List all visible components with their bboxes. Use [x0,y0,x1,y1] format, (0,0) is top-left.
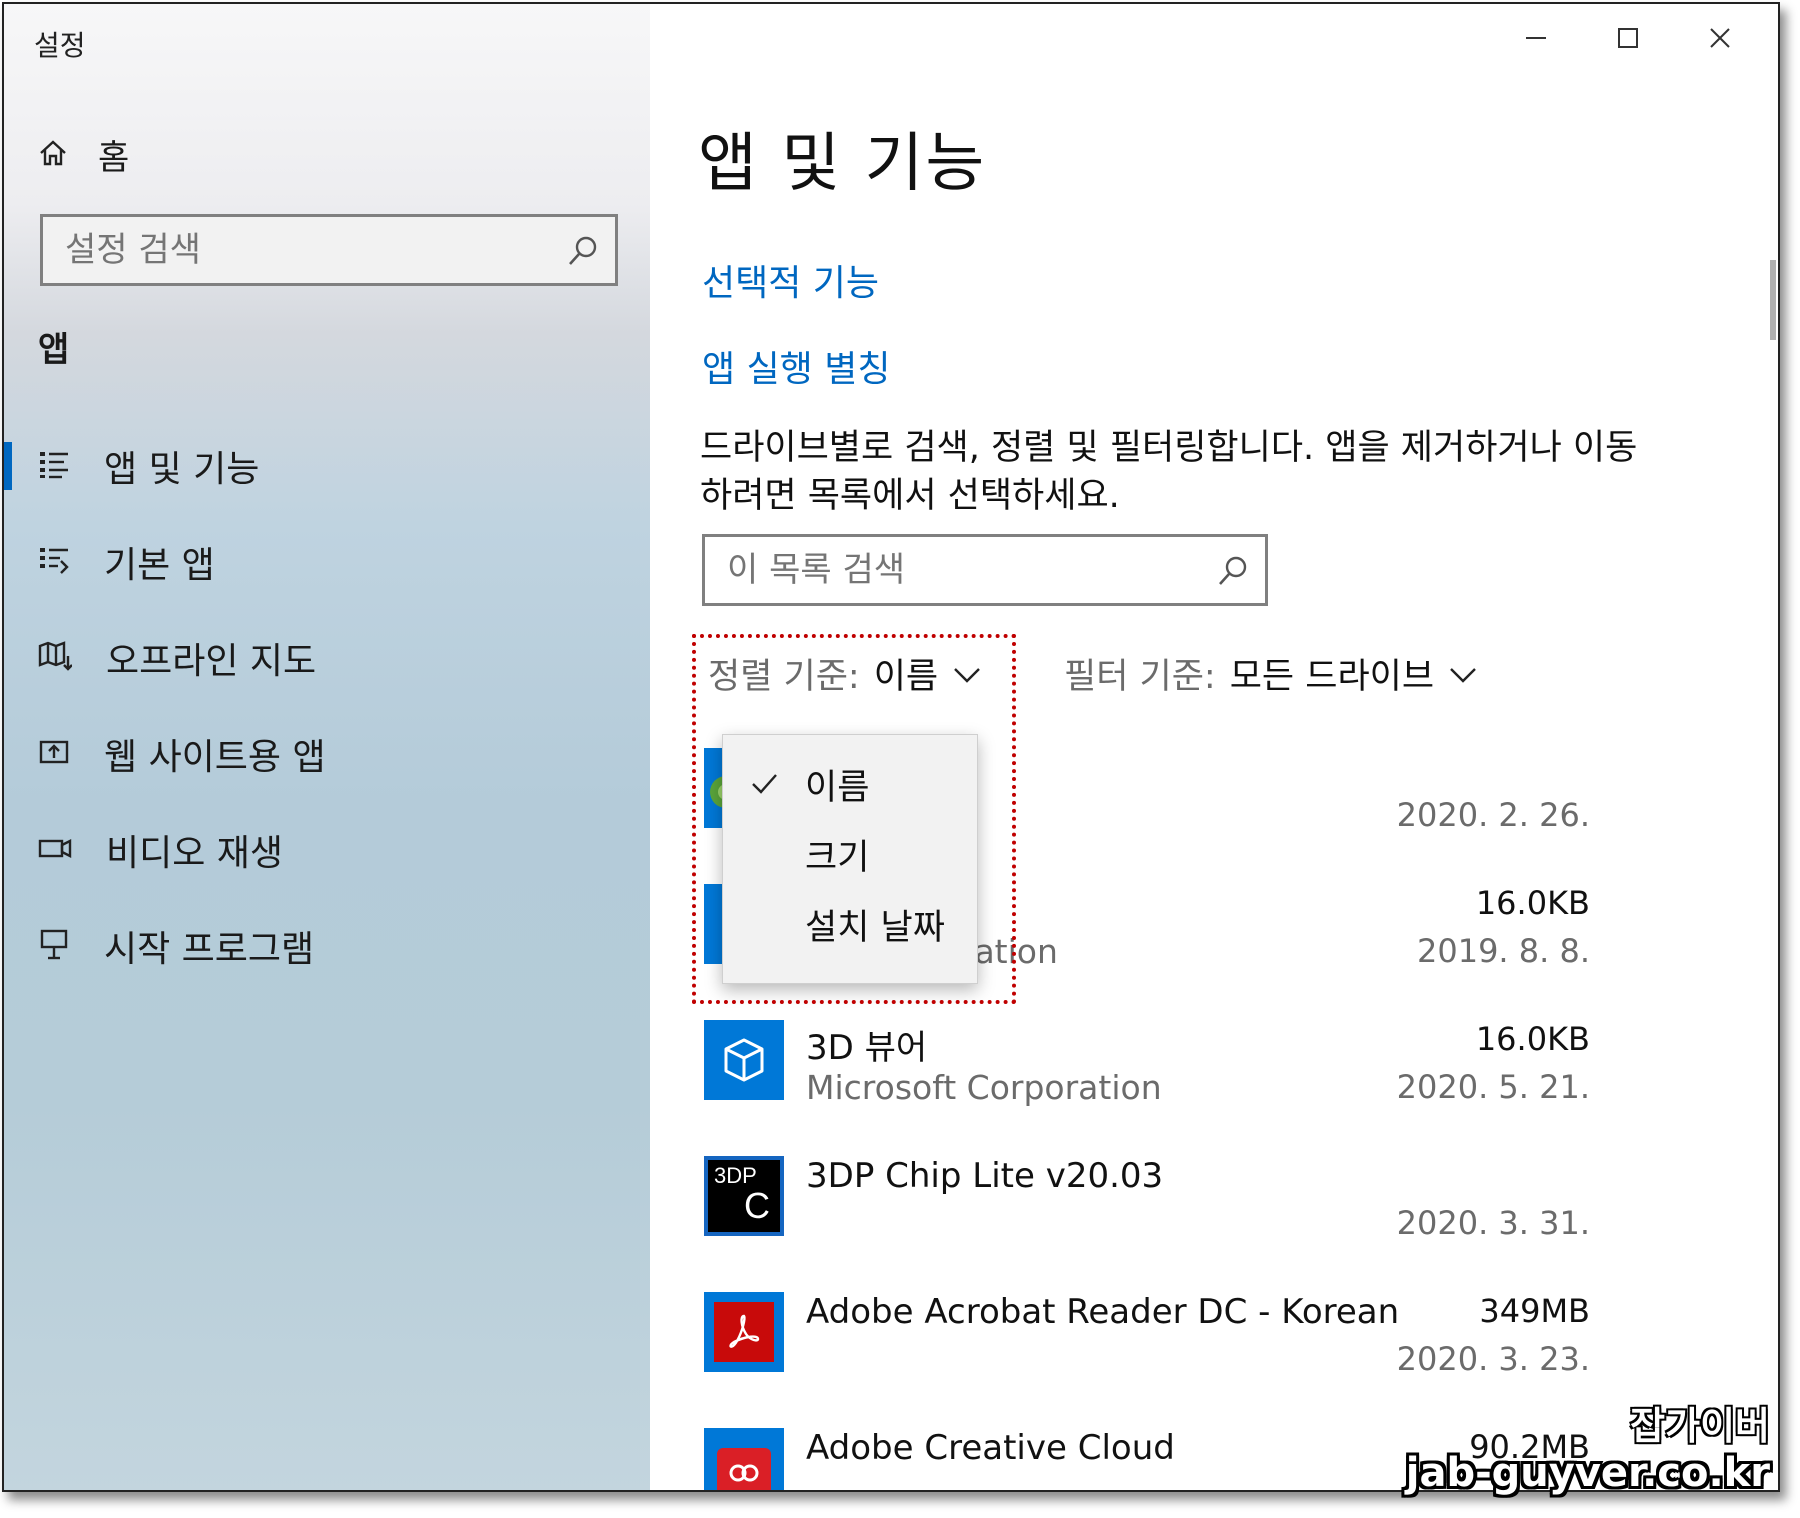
app-list-search-input[interactable] [727,550,1207,590]
app-date: 2019. 8. 8. [1416,932,1590,970]
app-name: Adobe Acrobat Reader DC - Korean [806,1292,1400,1332]
sort-value: 이름 [873,657,939,697]
3d-viewer-cube-icon [704,1020,784,1100]
watermark-line2: jab-guyver.co.kr [1405,1450,1770,1496]
home-icon [38,138,68,172]
app-list-item[interactable]: Adobe Acrobat Reader DC - Korean 349MB 2… [704,1292,1590,1392]
sidebar-item-offline-maps[interactable]: 오프라인 지도 [4,610,650,706]
settings-search-input[interactable] [65,230,545,270]
sort-label: 정렬 기준: [708,657,860,697]
sidebar-item-label: 기본 앱 [104,545,215,586]
filter-label: 필터 기준: [1064,657,1216,697]
sidebar-item-startup[interactable]: 시작 프로그램 [4,898,650,994]
video-playback-icon [38,832,72,868]
app-list-search-box[interactable] [702,534,1268,606]
app-size: 349MB [1479,1292,1590,1330]
app-name: 3D 뷰어 [806,1028,928,1068]
app-list-item[interactable]: 3DP C 3DP Chip Lite v20.03 2020. 3. 31. [704,1156,1590,1256]
app-aliases-link[interactable]: 앱 실행 별칭 [702,340,891,392]
app-size: 16.0KB [1475,1020,1590,1058]
sort-option-install-date[interactable]: 설치 날짜 [723,889,977,959]
main-content: 앱 및 기능 선택적 기능 앱 실행 별칭 드라이브별로 검색, 정렬 및 필터… [650,4,1778,1490]
minimize-icon [1524,26,1548,54]
description-text: 드라이브별로 검색, 정렬 및 필터링합니다. 앱을 제거하거나 이동하려면 목… [700,428,1638,516]
startup-icon [38,928,70,964]
watermark-line1: 잡가이버 [1629,1403,1771,1449]
optional-features-link[interactable]: 선택적 기능 [702,254,879,306]
sidebar-nav: 앱 및 기능 기본 앱 오프라인 지도 웹 사이트용 앱 비디오 재생 시작 프… [4,418,650,994]
app-name: 3DP Chip Lite v20.03 [806,1156,1164,1196]
creative-cloud-icon [704,1428,784,1490]
scrollbar-thumb[interactable] [1770,260,1776,340]
chevron-down-icon [1448,654,1478,694]
icon-text-bottom: C [744,1185,770,1226]
sort-by-dropdown[interactable]: 정렬 기준: 이름 [708,648,982,699]
sidebar-item-label: 비디오 재생 [106,833,284,874]
section-heading-apps: 앱 [38,330,70,370]
app-date: 2020. 3. 23. [1396,1340,1590,1378]
app-date: 2020. 5. 21. [1396,1068,1590,1106]
sort-option-name[interactable]: 이름 [723,749,977,819]
offline-maps-icon [38,640,73,676]
search-icon[interactable] [1215,553,1251,593]
sidebar: 설정 홈 앱 앱 및 기능 [4,4,650,1490]
watermark: 잡가이버 jab-guyver.co.kr [1405,1395,1771,1496]
filter-value: 모든 드라이브 [1229,657,1435,697]
3dp-chip-icon: 3DP C [704,1156,784,1236]
sidebar-item-apps-features[interactable]: 앱 및 기능 [4,418,650,514]
sidebar-home[interactable]: 홈 [38,130,129,179]
maximize-icon [1616,26,1640,54]
sort-options-menu: 이름 크기 설치 날짜 [722,734,978,984]
sidebar-item-label: 웹 사이트용 앱 [104,737,326,778]
checkmark-icon [749,767,779,807]
close-button[interactable] [1674,18,1766,62]
chevron-down-icon [952,654,982,694]
app-name: Adobe Creative Cloud [806,1428,1175,1468]
settings-search-box[interactable] [40,214,618,286]
apps-features-icon [38,448,70,484]
minimize-button[interactable] [1490,18,1582,62]
page-title: 앱 및 기능 [698,127,987,201]
sidebar-item-label: 앱 및 기능 [104,449,260,490]
sidebar-item-label: 시작 프로그램 [104,929,315,970]
sort-option-size[interactable]: 크기 [723,819,977,889]
maximize-button[interactable] [1582,18,1674,62]
sidebar-item-video-playback[interactable]: 비디오 재생 [4,802,650,898]
sidebar-item-default-apps[interactable]: 기본 앱 [4,514,650,610]
window-controls [1490,18,1766,62]
acrobat-icon [704,1292,784,1372]
app-size: 16.0KB [1475,884,1590,922]
filter-by-dropdown[interactable]: 필터 기준: 모든 드라이브 [1064,648,1478,699]
app-date: 2020. 2. 26. [1396,796,1590,834]
window-title: 설정 [34,29,86,62]
sidebar-item-label: 오프라인 지도 [106,641,317,682]
app-list-item[interactable]: 3D 뷰어 Microsoft Corporation 16.0KB 2020.… [704,1020,1590,1120]
apps-for-websites-icon [38,736,70,772]
app-publisher: Microsoft Corporation [806,1068,1162,1107]
close-icon [1708,26,1732,54]
sort-option-label: 크기 [805,837,870,878]
sort-option-label: 설치 날짜 [805,907,945,948]
settings-window: 설정 홈 앱 앱 및 기능 [2,2,1780,1492]
sidebar-item-apps-for-websites[interactable]: 웹 사이트용 앱 [4,706,650,802]
app-date: 2020. 3. 31. [1396,1204,1590,1242]
search-icon[interactable] [565,233,601,273]
default-apps-icon [38,544,70,580]
home-label: 홈 [98,138,130,178]
sort-option-label: 이름 [805,767,870,808]
